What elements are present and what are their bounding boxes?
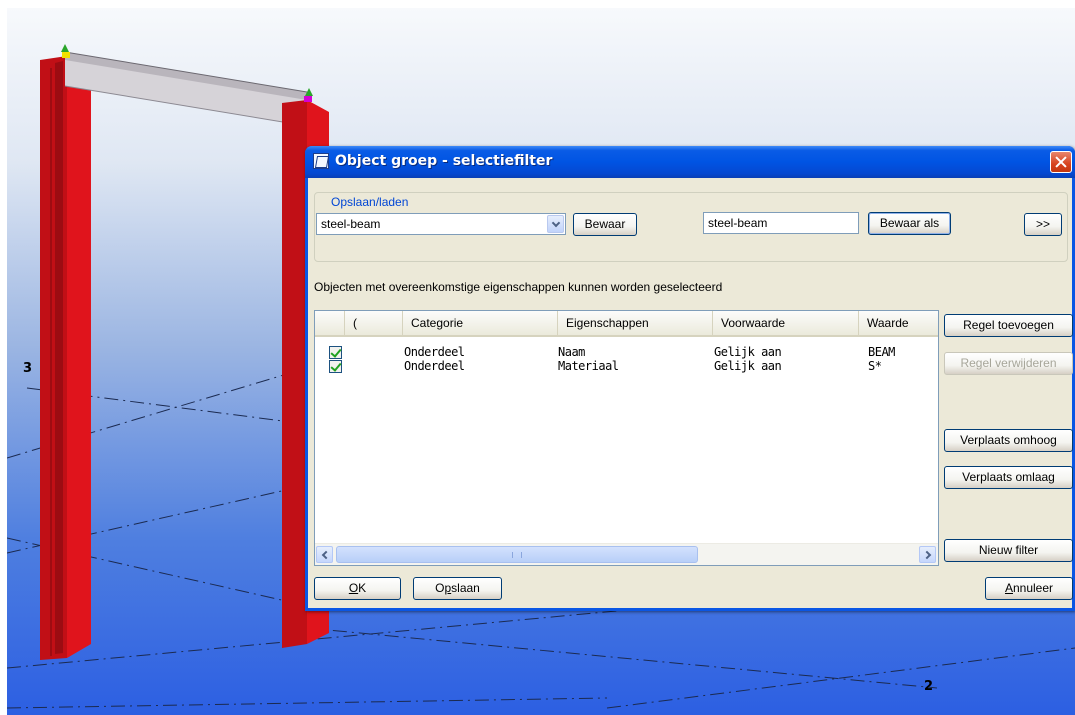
table-row[interactable]: Onderdeel Naam Gelijk aan BEAM bbox=[315, 345, 938, 359]
cell-eigenschappen: Naam bbox=[558, 345, 585, 359]
table-header: ( Categorie Eigenschappen Voorwaarde Waa… bbox=[315, 311, 938, 337]
left-steel-column bbox=[40, 56, 91, 660]
column-header-voorwaarde[interactable]: Voorwaarde bbox=[713, 311, 859, 335]
dialog-client-area: Opslaan/laden steel-beam Bewaar steel-be… bbox=[308, 178, 1073, 608]
cell-categorie: Onderdeel bbox=[404, 345, 465, 359]
filter-select[interactable]: steel-beam bbox=[316, 213, 566, 235]
grid-line bbox=[7, 697, 608, 709]
filter-rules-table[interactable]: ( Categorie Eigenschappen Voorwaarde Waa… bbox=[314, 310, 939, 566]
cell-waarde: BEAM bbox=[868, 345, 895, 359]
cancel-label-rest: nnuleer bbox=[1012, 581, 1054, 595]
grid-line bbox=[306, 627, 938, 689]
column-header-check[interactable] bbox=[315, 311, 345, 335]
dialog-titlebar[interactable]: Object groep - selectiefilter bbox=[305, 146, 1075, 178]
steel-beam bbox=[64, 51, 308, 127]
grid-line bbox=[606, 647, 1075, 709]
selection-filter-dialog: Object groep - selectiefilter Opslaan/la… bbox=[305, 146, 1075, 611]
filter-select-value: steel-beam bbox=[321, 217, 381, 231]
cell-voorwaarde: Gelijk aan bbox=[714, 345, 782, 359]
cell-categorie: Onderdeel bbox=[404, 359, 465, 373]
row-checkbox[interactable] bbox=[329, 346, 342, 359]
chevron-down-icon[interactable] bbox=[547, 215, 564, 233]
ok-button[interactable]: OK bbox=[314, 577, 401, 600]
scroll-left-icon[interactable] bbox=[316, 546, 333, 563]
column-header-categorie[interactable]: Categorie bbox=[403, 311, 558, 335]
new-filter-button[interactable]: Nieuw filter bbox=[944, 539, 1073, 562]
dialog-title: Object groep - selectiefilter bbox=[335, 153, 553, 169]
grid-label-3: 3 bbox=[23, 361, 33, 376]
save-load-legend: Opslaan/laden bbox=[329, 195, 411, 209]
column-header-paren[interactable]: ( bbox=[345, 311, 403, 335]
table-row[interactable]: Onderdeel Materiaal Gelijk aan S* bbox=[315, 359, 938, 373]
save-as-name-input[interactable]: steel-beam bbox=[703, 212, 859, 234]
filter-app-icon bbox=[313, 153, 329, 169]
remove-row-button[interactable]: Regel verwijderen bbox=[944, 352, 1073, 375]
move-down-button[interactable]: Verplaats omlaag bbox=[944, 466, 1073, 489]
scroll-right-icon[interactable] bbox=[919, 546, 936, 563]
save-as-name-value: steel-beam bbox=[708, 216, 768, 230]
save-label-rest: slaan bbox=[451, 581, 480, 595]
row-checkbox[interactable] bbox=[329, 360, 342, 373]
grid-label-2: 2 bbox=[924, 679, 934, 694]
horizontal-scrollbar[interactable] bbox=[315, 543, 938, 565]
ok-mnemonic: O bbox=[348, 581, 359, 595]
cell-eigenschappen: Materiaal bbox=[558, 359, 619, 373]
cell-waarde: S* bbox=[868, 359, 882, 373]
add-row-button[interactable]: Regel toevoegen bbox=[944, 314, 1073, 337]
column-header-eigenschappen[interactable]: Eigenschappen bbox=[558, 311, 713, 335]
save-filter-button[interactable]: Opslaan bbox=[413, 577, 502, 600]
scrollbar-thumb[interactable] bbox=[336, 546, 698, 563]
info-text: Objecten met overeenkomstige eigenschapp… bbox=[314, 280, 723, 294]
move-up-button[interactable]: Verplaats omhoog bbox=[944, 429, 1073, 452]
cancel-mnemonic: A bbox=[1004, 581, 1013, 595]
close-icon[interactable] bbox=[1050, 151, 1072, 173]
save-button[interactable]: Bewaar bbox=[573, 213, 637, 236]
cell-voorwaarde: Gelijk aan bbox=[714, 359, 782, 373]
save-as-button[interactable]: Bewaar als bbox=[868, 212, 951, 235]
expand-button[interactable]: >> bbox=[1024, 213, 1062, 236]
ok-label-rest: K bbox=[358, 581, 367, 595]
cancel-button[interactable]: Annuleer bbox=[985, 577, 1073, 600]
column-header-waarde[interactable]: Waarde bbox=[859, 311, 938, 335]
